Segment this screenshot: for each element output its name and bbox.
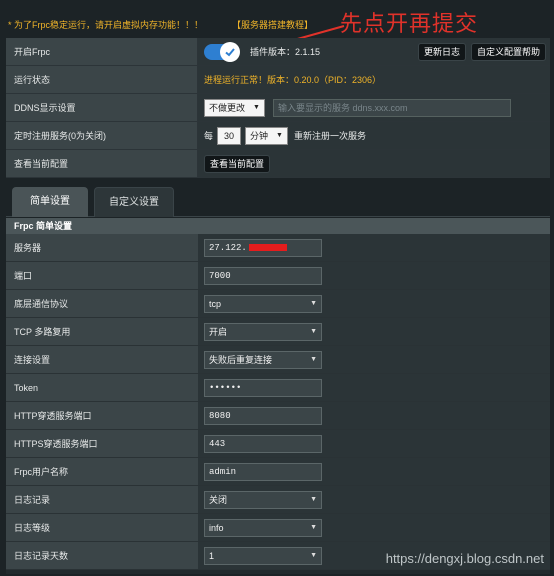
token-label: Token bbox=[6, 374, 198, 401]
changelog-button[interactable]: 更新日志 bbox=[417, 43, 466, 61]
chevron-down-icon: ▼ bbox=[276, 131, 283, 139]
plugin-version: 插件版本：2.1.15 bbox=[250, 47, 321, 57]
protocol-select[interactable]: tcp ▼ bbox=[204, 294, 322, 313]
https-port-label: HTTPS穿透服务端口 bbox=[6, 430, 198, 457]
tcp-mux-label: TCP 多路复用 bbox=[6, 318, 198, 345]
username-input[interactable]: admin bbox=[204, 462, 322, 481]
token-value: •••••• bbox=[209, 382, 242, 393]
connection-select[interactable]: 失败后重复连接 ▼ bbox=[204, 350, 322, 369]
http-port-input[interactable]: 8080 bbox=[204, 406, 322, 425]
log-days-label: 日志记录天数 bbox=[6, 542, 198, 569]
virtual-memory-warning: * 为了Frpc稳定运行，请开启虚拟内存功能！！！ bbox=[8, 20, 204, 30]
tcp-mux-value: 开启 bbox=[209, 326, 228, 337]
form-row-https-port: HTTPS穿透服务端口 443 bbox=[6, 430, 550, 458]
form-row-port: 端口 7000 bbox=[6, 262, 550, 290]
section-header: Frpc 简单设置 bbox=[6, 218, 550, 234]
username-value: admin bbox=[209, 466, 237, 477]
chevron-down-icon: ▼ bbox=[310, 495, 317, 503]
cron-unit-value: 分钟 bbox=[250, 130, 269, 141]
ddns-select[interactable]: 不做更改 ▼ bbox=[204, 98, 265, 117]
log-level-select[interactable]: info ▼ bbox=[204, 518, 322, 537]
http-port-label: HTTP穿透服务端口 bbox=[6, 402, 198, 429]
chevron-down-icon: ▼ bbox=[310, 355, 317, 363]
form-row-connection: 连接设置 失败后重复连接 ▼ bbox=[6, 346, 550, 374]
form-row-protocol: 底层通信协议 tcp ▼ bbox=[6, 290, 550, 318]
row-view-config: 查看当前配置 查看当前配置 bbox=[6, 150, 550, 178]
https-port-value: 443 bbox=[209, 438, 226, 449]
server-input[interactable]: 27.122. bbox=[204, 238, 322, 257]
custom-config-help-button[interactable]: 自定义配置帮助 bbox=[470, 43, 546, 61]
port-value: 7000 bbox=[209, 270, 231, 281]
row-status: 运行状态 进程运行正常！版本：0.20.0（PID：2306） bbox=[6, 66, 550, 94]
token-input[interactable]: •••••• bbox=[204, 378, 322, 397]
server-label: 服务器 bbox=[6, 234, 198, 261]
cron-interval-input[interactable]: 30 bbox=[217, 126, 242, 145]
protocol-label: 底层通信协议 bbox=[6, 290, 198, 317]
log-days-select[interactable]: 1 ▼ bbox=[204, 546, 322, 565]
ddns-label: DDNS显示设置 bbox=[6, 94, 198, 121]
log-enable-value: 关闭 bbox=[209, 494, 228, 505]
check-icon bbox=[220, 41, 240, 62]
form-row-username: Frpc用户名称 admin bbox=[6, 458, 550, 486]
form-row-http-port: HTTP穿透服务端口 8080 bbox=[6, 402, 550, 430]
cron-unit-select[interactable]: 分钟 ▼ bbox=[245, 126, 288, 145]
enable-label: 开启Frpc bbox=[6, 38, 198, 65]
port-input[interactable]: 7000 bbox=[204, 266, 322, 285]
enable-toggle[interactable] bbox=[204, 41, 240, 62]
cron-every-text: 每 bbox=[204, 131, 214, 141]
tab-custom-settings[interactable]: 自定义设置 bbox=[94, 187, 174, 217]
watermark: https://dengxj.blog.csdn.net bbox=[385, 551, 544, 566]
simple-settings-panel: Frpc 简单设置 服务器 27.122. 端口 7000 底层通信协议 tcp ▼ TCP … bbox=[6, 218, 550, 574]
connection-value: 失败后重复连接 bbox=[209, 354, 273, 365]
ddns-select-value: 不做更改 bbox=[209, 102, 246, 113]
log-enable-label: 日志记录 bbox=[6, 486, 198, 513]
row-ddns: DDNS显示设置 不做更改 ▼ 输入要显示的服务 ddns.xxx.com bbox=[6, 94, 550, 122]
http-port-value: 8080 bbox=[209, 410, 231, 421]
tcp-mux-select[interactable]: 开启 ▼ bbox=[204, 322, 322, 341]
cron-suffix-text: 重新注册一次服务 bbox=[293, 131, 366, 141]
server-value: 27.122. bbox=[209, 242, 247, 253]
redaction-mark bbox=[249, 243, 287, 251]
username-label: Frpc用户名称 bbox=[6, 458, 198, 485]
annotation-text: 先点开再提交 bbox=[340, 12, 479, 37]
status-label: 运行状态 bbox=[6, 66, 198, 93]
form-row-server: 服务器 27.122. bbox=[6, 234, 550, 262]
log-enable-select[interactable]: 关闭 ▼ bbox=[204, 490, 322, 509]
form-row-log-level: 日志等级 info ▼ bbox=[6, 514, 550, 542]
chevron-down-icon: ▼ bbox=[310, 551, 317, 559]
view-config-button[interactable]: 查看当前配置 bbox=[204, 154, 271, 173]
ddns-input[interactable]: 输入要显示的服务 ddns.xxx.com bbox=[272, 98, 511, 117]
form-row-log-enable: 日志记录 关闭 ▼ bbox=[6, 486, 550, 514]
log-level-label: 日志等级 bbox=[6, 514, 198, 541]
port-label: 端口 bbox=[6, 262, 198, 289]
connection-label: 连接设置 bbox=[6, 346, 198, 373]
chevron-down-icon: ▼ bbox=[253, 103, 260, 111]
config-table: 开启Frpc 插件版本：2.1.15 更新日志 自定义配置帮助 运行状态 进程运… bbox=[6, 38, 550, 178]
log-level-value: info bbox=[209, 522, 224, 533]
chevron-down-icon: ▼ bbox=[310, 299, 317, 307]
tab-simple-settings[interactable]: 简单设置 bbox=[12, 187, 88, 217]
chevron-down-icon: ▼ bbox=[310, 523, 317, 531]
row-enable: 开启Frpc 插件版本：2.1.15 更新日志 自定义配置帮助 bbox=[6, 38, 550, 66]
log-days-value: 1 bbox=[209, 550, 215, 561]
chevron-down-icon: ▼ bbox=[310, 327, 317, 335]
form-row-token: Token •••••• bbox=[6, 374, 550, 402]
status-value: 进程运行正常！版本：0.20.0（PID：2306） bbox=[204, 75, 382, 85]
settings-tabs: 简单设置 自定义设置 bbox=[6, 187, 550, 217]
https-port-input[interactable]: 443 bbox=[204, 434, 322, 453]
protocol-value: tcp bbox=[209, 298, 222, 309]
view-config-label: 查看当前配置 bbox=[6, 150, 198, 177]
cron-label: 定时注册服务(0为关闭) bbox=[6, 122, 198, 149]
row-cron: 定时注册服务(0为关闭) 每 30 分钟 ▼ 重新注册一次服务 bbox=[6, 122, 550, 150]
form-row-tcp-mux: TCP 多路复用 开启 ▼ bbox=[6, 318, 550, 346]
